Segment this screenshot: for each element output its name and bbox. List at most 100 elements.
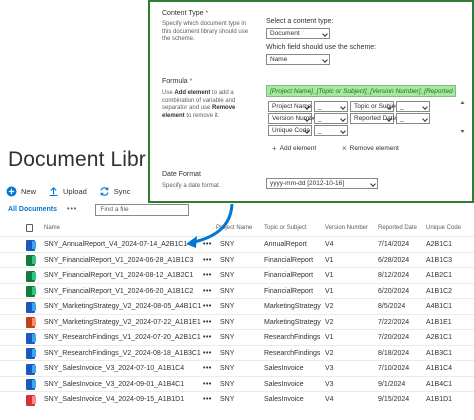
column-unique-code[interactable]: Unique Code [426,225,461,231]
file-name-link[interactable]: SNY_SalesInvoice_V3_2024-09-01_A1B4C1 [44,381,184,388]
cell-topic: FinancialReport [264,256,314,264]
element-variable-select[interactable]: Reported Date [350,113,396,124]
cell-project: SNY [220,396,235,403]
row-more-button[interactable]: ••• [203,381,212,388]
row-more-button[interactable]: ••• [203,350,212,357]
row-more-button[interactable]: ••• [203,272,212,279]
chevron-down-icon [322,57,328,63]
close-icon: × [342,144,347,153]
sync-button[interactable]: Sync [99,186,131,197]
column-reported-date[interactable]: Reported Date [378,225,417,231]
table-row[interactable]: SNY_FinancialReport_V1_2024-06-20_A1B1C2… [0,282,474,299]
find-file-input[interactable]: Find a file [95,203,190,216]
new-button[interactable]: New [6,186,36,197]
table-row[interactable]: SNY_SalesInvoice_V3_2024-09-01_A1B4C1 •••… [0,375,474,392]
cell-version: V1 [325,334,334,341]
cell-project: SNY [220,287,235,295]
elements-scrollbar[interactable] [460,100,465,134]
element-variable-select[interactable]: Version Number [268,113,319,124]
file-name-link[interactable]: SNY_MarketingStrategy_V2_2024-07-22_A1B1… [44,319,201,326]
formula-description: Use Add element to add a combination of … [162,90,236,119]
column-version[interactable]: Version Number [325,225,368,231]
column-topic[interactable]: Topic or Subject [264,225,307,231]
element-variable-select[interactable]: Project Name [268,101,312,112]
file-name-link[interactable]: SNY_FinancialReport_V1_2024-06-28_A1B1C3 [44,257,193,264]
cell-version: V3 [325,380,334,388]
file-name-link[interactable]: SNY_FinancialReport_V1_2024-08-12_A1B2C1 [44,272,193,279]
cell-version: V1 [325,256,334,264]
add-element-button[interactable]: + Add element [272,144,316,153]
remove-element-button[interactable]: × Remove element [342,144,399,153]
file-name-link[interactable]: SNY_SalesInvoice_V4_2024-09-15_A1B1D1 [44,396,184,403]
table-row[interactable]: SNY_SalesInvoice_V3_2024-07-10_A1B1C4 •••… [0,360,474,376]
row-more-button[interactable]: ••• [203,257,212,264]
cell-project: SNY [220,256,235,264]
view-bar: All Documents ••• Find a file [8,203,190,216]
file-name-link[interactable]: SNY_ResearchFindings_V2_2024-08-18_A1B3C… [44,350,201,357]
cell-unique-code: A1B1C4 [426,365,453,372]
cell-unique-code: A2B1C1 [426,241,453,248]
cell-project: SNY [220,303,235,310]
sync-icon [100,186,109,196]
element-separator-select[interactable]: _ [396,101,430,112]
table-row[interactable]: SNY_ResearchFindings_V1_2024-07-20_A2B1C… [0,329,474,345]
file-name-link[interactable]: SNY_MarketingStrategy_V2_2024-08-05_A4B1… [44,303,201,310]
pdf-file-icon [26,394,36,408]
table-row[interactable]: SNY_FinancialReport_V1_2024-08-12_A1B2C1… [0,267,474,283]
cell-unique-code: A1B1D1 [426,396,453,403]
content-type-select[interactable]: Document [266,28,330,39]
table-row[interactable]: SNY_MarketingStrategy_V2_2024-07-22_A1B1… [0,313,474,330]
element-separator-select[interactable]: _ [396,113,430,124]
cell-version: V1 [325,287,334,295]
date-format-label: Date Format [162,171,201,178]
row-more-button[interactable]: ••• [203,319,212,326]
cell-version: V4 [325,241,334,248]
element-separator-select[interactable]: _ [314,101,348,112]
scheme-field-label: Which field should use the scheme: [266,44,377,51]
cell-reported-date: 9/1/2024 [378,380,406,388]
cell-reported-date: 8/5/2024 [378,303,406,310]
cell-reported-date: 7/10/2024 [378,365,410,372]
row-more-button[interactable]: ••• [203,396,212,403]
element-separator-select[interactable]: _ [314,125,348,136]
cell-version: V2 [325,318,334,326]
cell-reported-date: 8/12/2024 [378,272,410,279]
file-name-link[interactable]: SNY_SalesInvoice_V3_2024-07-10_A1B1C4 [44,365,184,372]
file-name-link[interactable]: SNY_AnnualReport_V4_2024-07-14_A2B1C1 [44,241,187,248]
row-more-button[interactable]: ••• [203,334,212,341]
view-more-button[interactable]: ••• [67,206,77,213]
table-row[interactable]: SNY_FinancialReport_V1_2024-06-28_A1B1C3… [0,251,474,268]
formula-preview: [Project Name]_[Topic or Subject]_[Versi… [266,85,456,97]
cell-project: SNY [220,349,235,357]
callout-arrow [186,201,234,248]
cell-topic: ResearchFindings [264,334,321,341]
cell-project: SNY [220,334,235,341]
element-variable-select[interactable]: Topic or Subject [350,101,400,112]
table-row[interactable]: SNY_ResearchFindings_V2_2024-08-18_A1B3C… [0,344,474,361]
table-row[interactable]: SNY_MarketingStrategy_V2_2024-08-05_A4B1… [0,298,474,314]
upload-button[interactable]: Upload [48,186,87,197]
row-more-button[interactable]: ••• [203,288,212,295]
column-name[interactable]: Name [44,225,60,231]
element-separator-select[interactable]: _ [314,113,348,124]
cell-unique-code: A1B4C1 [426,380,453,388]
cell-reported-date: 6/20/2024 [378,287,410,295]
scroll-up-icon[interactable] [460,100,465,105]
table-row[interactable]: SNY_SalesInvoice_V4_2024-09-15_A1B1D1 •••… [0,391,474,407]
cell-unique-code: A1B1C2 [426,287,453,295]
date-format-select[interactable]: yyyy-mm-dd [2012-10-16] [266,178,378,189]
row-more-button[interactable]: ••• [203,303,212,310]
file-name-link[interactable]: SNY_ResearchFindings_V1_2024-07-20_A2B1C… [44,334,201,341]
cell-version: V2 [325,349,334,357]
element-variable-select[interactable]: Unique Code [268,125,312,136]
scheme-field-select[interactable]: Name [266,54,330,65]
scroll-down-icon[interactable] [460,129,465,134]
document-list: SNY_AnnualReport_V4_2024-07-14_A2B1C1 •••… [0,236,474,407]
row-more-button[interactable]: ••• [203,365,212,372]
formula-label: Formula * [162,78,193,85]
file-name-link[interactable]: SNY_FinancialReport_V1_2024-06-20_A1B1C2 [44,288,193,295]
plus-circle-icon [6,186,17,196]
view-all-documents[interactable]: All Documents [8,206,57,213]
sync-label: Sync [113,186,131,196]
file-type-header-icon[interactable] [26,224,33,232]
